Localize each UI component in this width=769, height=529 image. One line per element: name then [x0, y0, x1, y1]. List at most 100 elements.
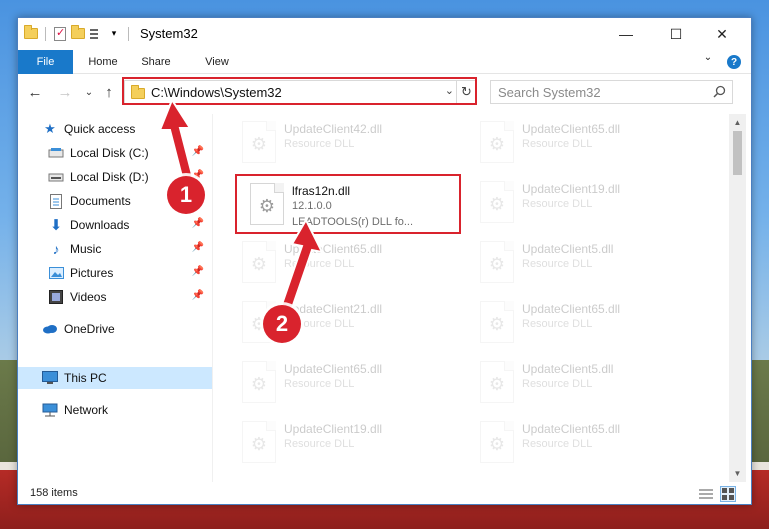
new-folder-icon[interactable]: [71, 25, 85, 41]
file-name: UpdateClient5.dll: [522, 362, 614, 376]
sidebar-item-onedrive[interactable]: OneDrive: [18, 318, 212, 340]
pane-divider: [212, 114, 213, 482]
music-icon: ♪: [52, 241, 60, 257]
up-button[interactable]: ↑: [100, 82, 118, 102]
step-1-marker: 1: [167, 176, 205, 214]
file-item[interactable]: ⚙ UpdateClient19.dll Resource DLL: [470, 176, 700, 232]
network-icon: [42, 402, 58, 418]
pin-icon[interactable]: 📌: [192, 266, 204, 277]
pin-icon[interactable]: 📌: [192, 242, 204, 253]
sidebar-item-label: OneDrive: [64, 322, 115, 336]
gear-icon: ⚙: [488, 314, 506, 334]
drive-icon: [48, 145, 64, 161]
downloads-icon: ⬇: [49, 217, 63, 234]
sidebar-item-videos[interactable]: Videos 📌: [18, 286, 212, 308]
file-description: Resource DLL: [284, 138, 355, 150]
sidebar-item-pictures[interactable]: Pictures 📌: [18, 262, 212, 284]
file-description: Resource DLL: [522, 138, 593, 150]
file-description: Resource DLL: [284, 378, 355, 390]
file-item[interactable]: ⚙ UpdateClient65.dll Resource DLL: [470, 116, 700, 172]
scroll-up-icon[interactable]: ▲: [729, 114, 746, 131]
gear-icon: ⚙: [488, 194, 506, 214]
window-title: System32: [140, 26, 198, 41]
file-item[interactable]: ⚙ UpdateClient5.dll Resource DLL: [470, 236, 700, 292]
pin-icon[interactable]: 📌: [192, 218, 204, 229]
gear-icon: ⚙: [488, 134, 506, 154]
forward-button[interactable]: →: [56, 82, 74, 102]
sidebar-item-label: Documents: [70, 194, 131, 208]
gear-icon: ⚙: [488, 254, 506, 274]
gear-icon: ⚙: [488, 374, 506, 394]
file-name: UpdateClient65.dll: [522, 302, 621, 316]
videos-icon: [48, 289, 64, 305]
file-description: Resource DLL: [522, 258, 593, 270]
customize-toolbar-icon[interactable]: [89, 27, 103, 41]
item-count: 158 items: [30, 487, 78, 499]
maximize-button[interactable]: ☐: [653, 18, 699, 50]
file-description: Resource DLL: [522, 198, 593, 210]
gear-icon: ⚙: [250, 434, 268, 454]
expand-ribbon-icon[interactable]: ⌄: [696, 45, 720, 69]
gear-icon: ⚙: [250, 134, 268, 154]
search-icon[interactable]: [713, 85, 726, 98]
file-item[interactable]: ⚙ UpdateClient65.dll Resource DLL: [470, 296, 700, 352]
sidebar-item-network[interactable]: Network: [18, 399, 212, 421]
recent-locations-button[interactable]: ⌄: [80, 82, 98, 102]
tab-file[interactable]: File: [18, 50, 73, 74]
file-name: UpdateClient65.dll: [522, 422, 621, 436]
quick-access-toolbar: ▾ System32: [24, 25, 198, 41]
minimize-button[interactable]: —: [603, 18, 649, 50]
sidebar-item-label: Local Disk (D:): [70, 170, 149, 184]
file-name: UpdateClient5.dll: [522, 242, 614, 256]
sidebar-item-label: Local Disk (C:): [70, 146, 149, 160]
file-item[interactable]: ⚙ UpdateClient65.dll Resource DLL: [232, 236, 462, 292]
tab-view[interactable]: View: [194, 50, 240, 74]
file-item[interactable]: ⚙ UpdateClient65.dll Resource DLL: [232, 356, 462, 412]
scroll-thumb[interactable]: [733, 131, 742, 175]
step-2-marker: 2: [263, 305, 301, 343]
chevron-down-icon[interactable]: ▾: [107, 27, 121, 41]
drive-icon: [48, 169, 64, 185]
file-item[interactable]: ⚙ UpdateClient5.dll Resource DLL: [470, 356, 700, 412]
status-bar: 158 items: [18, 484, 751, 504]
vertical-scrollbar[interactable]: ▲ ▼: [729, 114, 746, 482]
gear-icon: ⚙: [488, 434, 506, 454]
tiles-view-icon[interactable]: [720, 486, 736, 502]
toolbar-divider: [128, 26, 129, 41]
search-input[interactable]: [498, 81, 708, 103]
folder-icon: [24, 25, 38, 41]
gear-icon: ⚙: [250, 374, 268, 394]
sidebar-item-label: Videos: [70, 290, 107, 304]
tab-home[interactable]: Home: [80, 50, 126, 74]
gear-icon: ⚙: [250, 254, 268, 274]
details-view-icon[interactable]: [698, 486, 714, 502]
documents-icon: [48, 193, 64, 209]
file-description: Resource DLL: [284, 438, 355, 450]
help-icon[interactable]: ?: [727, 55, 741, 69]
file-name: UpdateClient65.dll: [284, 362, 383, 376]
file-item[interactable]: ⚙ UpdateClient42.dll Resource DLL: [232, 116, 462, 172]
properties-icon[interactable]: [53, 26, 67, 41]
computer-icon: [42, 370, 58, 386]
toolbar-divider: [45, 26, 46, 41]
back-button[interactable]: ←: [26, 82, 44, 102]
sidebar-item-this-pc[interactable]: This PC: [18, 367, 212, 389]
arrow-step2-icon: [278, 218, 324, 316]
ribbon-tabs: File Home Share View ⌄ ?: [18, 50, 751, 74]
cloud-icon: [42, 321, 58, 337]
file-name: UpdateClient19.dll: [522, 182, 621, 196]
search-box: [490, 80, 733, 104]
file-item[interactable]: ⚙ UpdateClient65.dll Resource DLL: [470, 416, 700, 472]
file-item[interactable]: ⚙ UpdateClient19.dll Resource DLL: [232, 416, 462, 472]
file-description: Resource DLL: [522, 438, 593, 450]
scroll-down-icon[interactable]: ▼: [729, 465, 746, 482]
sidebar-item-label: Quick access: [64, 122, 136, 136]
file-description: Resource DLL: [522, 318, 593, 330]
file-name: UpdateClient19.dll: [284, 422, 383, 436]
sidebar-item-downloads[interactable]: ⬇ Downloads 📌: [18, 214, 212, 236]
pin-icon[interactable]: 📌: [192, 290, 204, 301]
sidebar-item-music[interactable]: ♪ Music 📌: [18, 238, 212, 260]
sidebar-item-label: Pictures: [70, 266, 114, 280]
tab-share[interactable]: Share: [133, 50, 179, 74]
star-icon: ★: [44, 121, 56, 136]
